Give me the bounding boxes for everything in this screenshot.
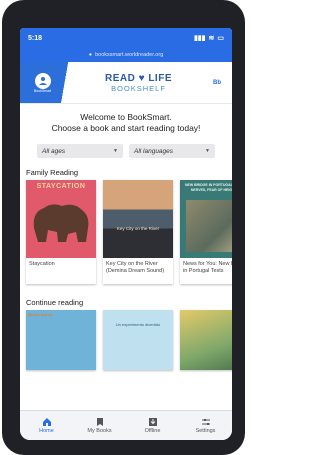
heart-icon: ♥	[138, 72, 146, 84]
chevron-down-icon: ▼	[113, 148, 118, 154]
languages-select-value: All languages	[134, 147, 174, 155]
section-title: Continue reading	[26, 298, 84, 307]
sliders-icon	[201, 419, 210, 425]
book-cover: Bruno Annuf	[26, 310, 96, 370]
book-title: Key City on the River (Demina Dream Soun…	[106, 261, 165, 274]
cover-text: Bruno Annuf	[28, 312, 53, 317]
book-shelf: STAYCATION Staycation Key City on the Ri…	[20, 180, 232, 284]
booksmart-logo-icon	[34, 72, 51, 89]
tab-offline[interactable]: Offline	[129, 417, 177, 434]
chevron-down-icon: ▼	[205, 148, 210, 154]
tab-label: Home	[39, 428, 54, 434]
book-card[interactable]: Bruno Annuf	[26, 310, 96, 370]
tab-home[interactable]: Home	[23, 417, 71, 434]
tab-label: Settings	[195, 428, 216, 434]
wifi-icon: ≋	[208, 35, 215, 42]
book-title: Staycation	[29, 261, 55, 267]
book-card[interactable]: NEW BRIDGE IN PORTUGAL TESTS NERVES, FEA…	[180, 180, 232, 284]
book-cover: Key City on the River	[103, 180, 173, 258]
home-icon	[42, 418, 51, 426]
book-card[interactable]: Key City on the River Key City on the Ri…	[103, 180, 173, 284]
book-cover	[180, 310, 232, 370]
header-banner: BookSmart READ ♥ LIFE BOOKSHELF Bb	[20, 62, 232, 104]
url-text: bookssmart.worldreader.org	[95, 52, 164, 58]
cover-text: Key City on the River	[116, 226, 160, 231]
battery-icon: ▭	[217, 35, 224, 42]
phone-frame: 5:18 ▮▮▮ ≋ ▭ ● bookssmart.worldreader.or…	[2, 0, 245, 455]
partner-logo: Bb	[202, 80, 232, 86]
partner-mark: Bb	[213, 79, 221, 86]
brand-bookshelf: BOOKSHELF	[111, 83, 166, 93]
book-shelf: Bruno Annuf Un experimento divertido	[20, 310, 232, 370]
status-icons: ▮▮▮ ≋ ▭	[194, 34, 224, 42]
app-screen: 5:18 ▮▮▮ ≋ ▭ ● bookssmart.worldreader.or…	[20, 28, 232, 440]
book-cover: STAYCATION	[26, 180, 96, 258]
book-title: News for You: New Bridge in Portugal Tes…	[183, 261, 232, 274]
continue-reading-section: Continue reading Bruno Annuf Un experime…	[20, 298, 232, 370]
book-card[interactable]: STAYCATION Staycation	[26, 180, 96, 284]
tab-label: My Books	[87, 428, 112, 434]
tab-label: Offline	[144, 428, 161, 434]
read-life-brand: READ ♥ LIFE BOOKSHELF	[65, 73, 202, 93]
download-icon	[148, 418, 157, 426]
brand-read: READ	[104, 72, 136, 84]
logo-caption: BookSmart	[33, 88, 52, 93]
book-cover: Un experimento divertido	[103, 310, 173, 370]
tab-my-books[interactable]: My Books	[76, 417, 124, 434]
lock-icon: ●	[88, 52, 93, 58]
status-bar: 5:18 ▮▮▮ ≋ ▭	[20, 28, 232, 48]
cover-photo	[186, 200, 232, 252]
welcome-line-2: Choose a book and start reading today!	[51, 123, 201, 133]
book-card[interactable]: Un experimento divertido	[103, 310, 173, 370]
book-icon	[96, 418, 103, 426]
filter-bar: All ages ▼ All languages ▼	[20, 144, 232, 158]
cover-text: STAYCATION	[36, 183, 86, 190]
book-cover: NEW BRIDGE IN PORTUGAL TESTS NERVES, FEA…	[180, 180, 232, 258]
welcome-line-1: Welcome to BookSmart.	[80, 112, 172, 122]
tab-settings[interactable]: Settings	[182, 417, 230, 434]
bottom-tab-bar: Home My Books Offline Settings	[20, 410, 232, 440]
signal-icon: ▮▮▮	[193, 35, 206, 42]
url-bar[interactable]: ● bookssmart.worldreader.org	[20, 48, 232, 62]
booksmart-logo[interactable]: BookSmart	[20, 72, 65, 93]
family-reading-section: Family Reading STAYCATION Staycation Key…	[20, 168, 232, 284]
cover-text: NEW BRIDGE IN PORTUGAL TESTS NERVES, FEA…	[184, 183, 232, 192]
cover-text: Un experimento divertido	[115, 322, 161, 327]
ages-select[interactable]: All ages ▼	[37, 144, 123, 158]
status-time: 5:18	[28, 34, 43, 42]
ages-select-value: All ages	[42, 147, 66, 155]
bear-illustration	[33, 204, 89, 242]
brand-life: LIFE	[148, 72, 172, 84]
languages-select[interactable]: All languages ▼	[129, 144, 215, 158]
book-card[interactable]	[180, 310, 232, 370]
section-title: Family Reading	[26, 168, 79, 177]
welcome-message: Welcome to BookSmart. Choose a book and …	[20, 104, 232, 134]
